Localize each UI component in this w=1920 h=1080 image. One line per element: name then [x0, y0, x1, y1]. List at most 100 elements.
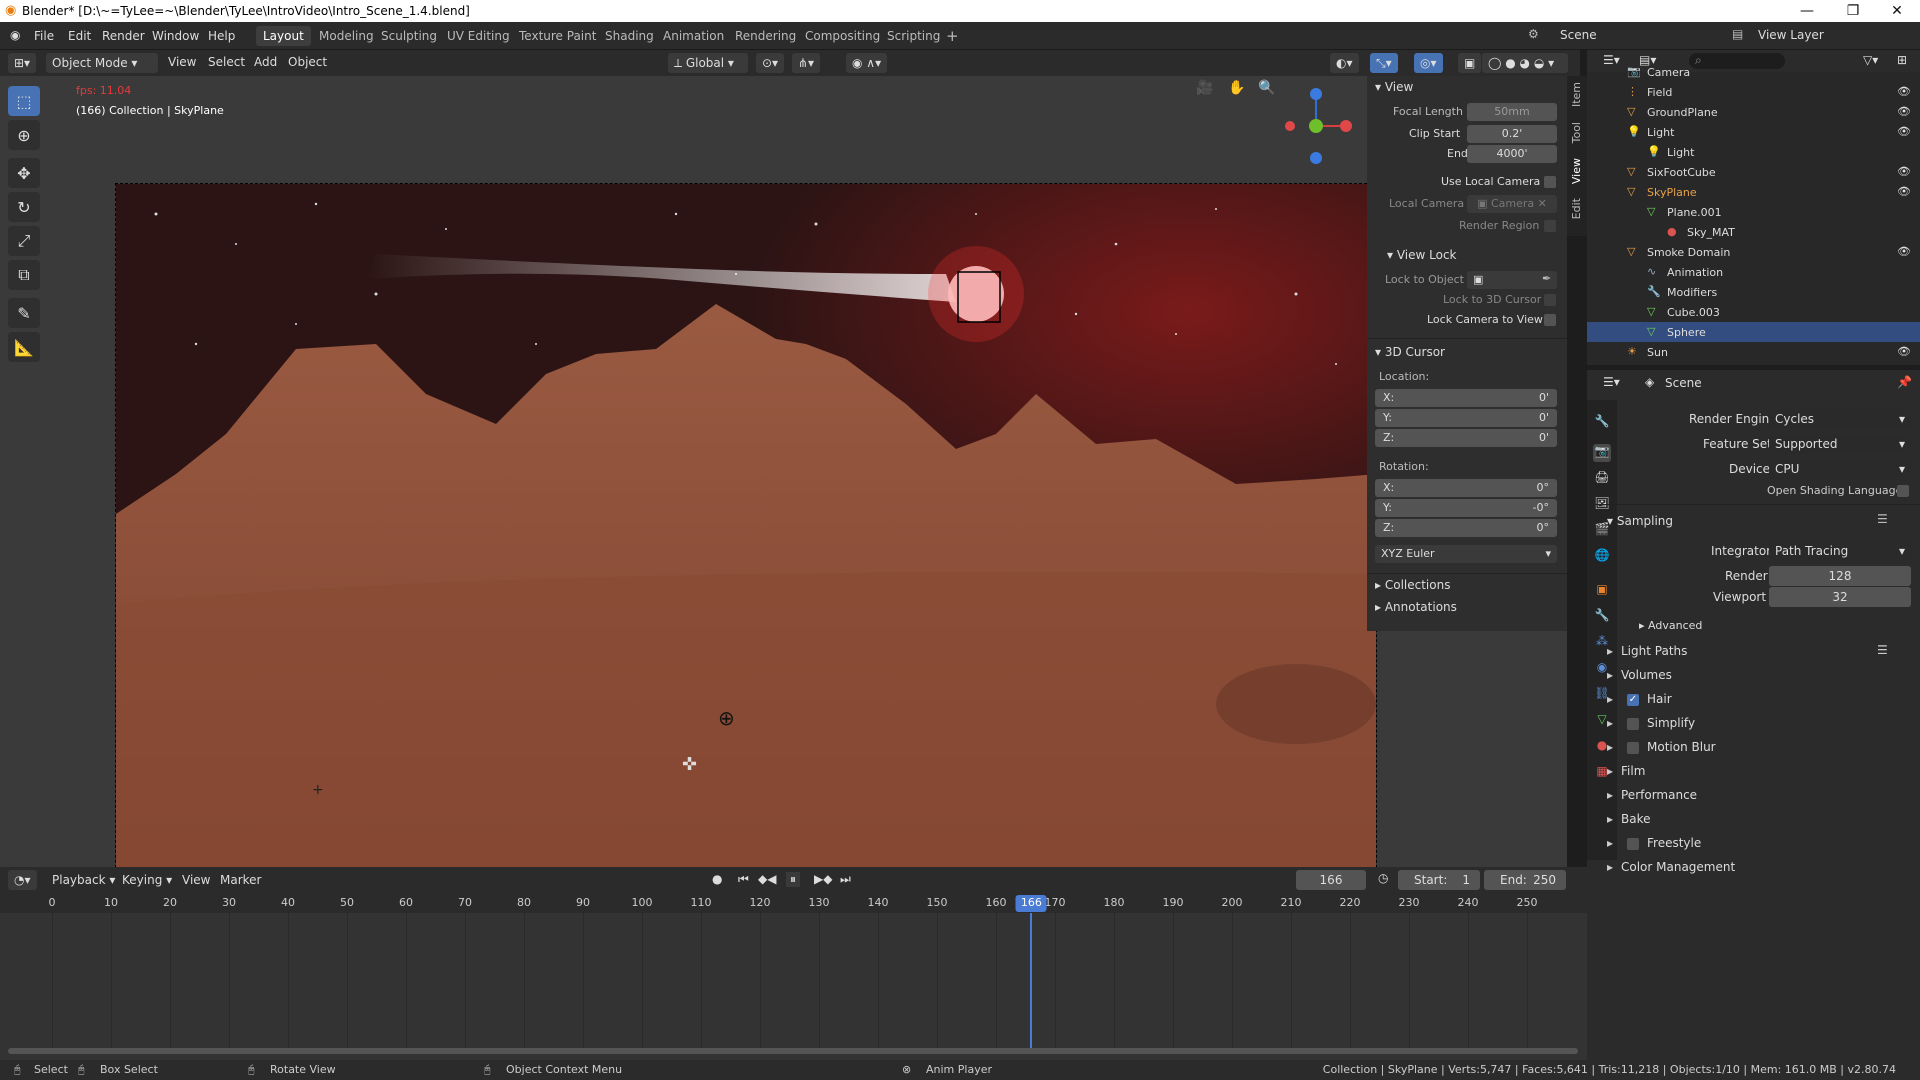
timeline-menu-playback[interactable]: Playback ▾	[52, 873, 115, 887]
menu-help[interactable]: Help	[208, 29, 235, 43]
timeline-menu-view[interactable]: View	[182, 873, 210, 887]
measure-tool-icon[interactable]: 📐	[8, 332, 40, 362]
shading-mode-icons[interactable]: ◯ ● ◕ ◒ ▾	[1482, 53, 1568, 73]
sampling-presets-icon[interactable]: ☰	[1877, 512, 1888, 526]
render-engine-dropdown[interactable]: Cycles ▾	[1769, 409, 1911, 429]
tab-shading[interactable]: Shading	[598, 26, 661, 46]
zoom-icon[interactable]: 🔍	[1258, 80, 1275, 96]
select-box-tool-icon[interactable]: ⬚	[8, 86, 40, 116]
device-dropdown[interactable]: CPU ▾	[1769, 459, 1911, 479]
3d-cursor-icon[interactable]: ⊕	[718, 706, 735, 730]
outliner-row[interactable]: ∿ Animation	[1587, 262, 1920, 282]
tab-scripting[interactable]: Scripting	[880, 26, 947, 46]
scene-selector[interactable]: Scene	[1560, 28, 1597, 42]
osl-checkbox[interactable]	[1897, 485, 1909, 497]
outliner-row[interactable]: ▽ GroundPlane 👁	[1587, 102, 1920, 122]
property-section-header[interactable]: ▸ Simplify	[1607, 714, 1910, 734]
property-section-header[interactable]: ▸ Volumes	[1607, 666, 1910, 686]
cursor-location-y[interactable]: Y: 0'	[1367, 409, 1567, 429]
object-mode-dropdown[interactable]: Object Mode ▾	[46, 53, 158, 73]
property-section-header[interactable]: ▸ Color Management	[1607, 858, 1910, 878]
local-camera-field[interactable]: ▣ Camera ✕	[1467, 195, 1557, 213]
menu-file[interactable]: File	[34, 29, 54, 43]
close-button[interactable]: ✕	[1874, 0, 1920, 22]
tab-compositing[interactable]: Compositing	[798, 26, 887, 46]
blender-menu-icon[interactable]: ◉	[10, 28, 20, 42]
next-keyframe-icon[interactable]: ▶◆	[814, 872, 832, 886]
gizmo-icon[interactable]: ⤡▾	[1370, 53, 1398, 73]
property-section-header[interactable]: ▸ ✓ Hair	[1607, 690, 1910, 710]
outliner-row[interactable]: ▽ Sphere	[1587, 322, 1920, 342]
cancel-icon[interactable]: ⊗	[902, 1063, 911, 1076]
object-properties-icon[interactable]: ▣	[1593, 582, 1611, 600]
outliner-row[interactable]: ▽ SixFootCube 👁	[1587, 162, 1920, 182]
visibility-eye-icon[interactable]: 👁	[1897, 245, 1911, 258]
menu-render[interactable]: Render	[102, 29, 145, 43]
xray-icon[interactable]: ▣	[1458, 53, 1482, 73]
view-panel-header[interactable]: ▾ View	[1367, 76, 1567, 98]
rotation-mode-dropdown[interactable]: XYZ Euler ▾	[1367, 545, 1567, 565]
cursor-location-x[interactable]: X: 0'	[1367, 389, 1567, 409]
advanced-subpanel[interactable]: ▸ Advanced	[1639, 619, 1702, 632]
playhead-frame[interactable]: 166	[1015, 895, 1047, 912]
3d-cursor-header[interactable]: ▾ 3D Cursor	[1367, 341, 1567, 363]
menu-window[interactable]: Window	[152, 29, 199, 43]
property-section-header[interactable]: ▸ Light Paths ☰	[1607, 642, 1910, 662]
use-local-camera-checkbox[interactable]	[1544, 176, 1556, 188]
preview-range-icon[interactable]: ◷	[1378, 871, 1388, 885]
lock-camera-to-view-checkbox[interactable]	[1544, 314, 1556, 326]
menu-edit[interactable]: Edit	[68, 29, 91, 43]
timeline-menu-marker[interactable]: Marker	[220, 873, 261, 887]
modifier-properties-icon[interactable]: 🔧	[1593, 608, 1611, 626]
navigation-gizmo[interactable]	[1276, 76, 1356, 166]
start-frame-field[interactable]: Start: 1	[1398, 870, 1480, 890]
status-anim-player[interactable]: Anim Player	[926, 1063, 992, 1076]
move-tool-icon[interactable]: ✥	[8, 158, 40, 188]
outliner-row[interactable]: ▽ SkyPlane 👁	[1587, 182, 1920, 202]
property-section-header[interactable]: ▸ Motion Blur	[1607, 738, 1910, 758]
pan-hand-icon[interactable]: ✋	[1228, 80, 1245, 96]
annotate-tool-icon[interactable]: ✎	[8, 298, 40, 328]
cursor-tool-icon[interactable]: ⊕	[8, 120, 40, 150]
property-section-header[interactable]: ▸ Performance	[1607, 786, 1910, 806]
tab-modeling[interactable]: Modeling	[312, 26, 381, 46]
output-properties-icon[interactable]: 🖨	[1593, 470, 1611, 488]
transform-orientation-dropdown[interactable]: ⟂ Global ▾	[668, 53, 748, 73]
property-section-header[interactable]: ▸ Film	[1607, 762, 1910, 782]
render-samples-field[interactable]: 128	[1769, 566, 1911, 586]
timeline-editor-type-icon[interactable]: ◔▾	[8, 870, 37, 890]
timeline-area[interactable]	[0, 893, 1587, 1060]
minimize-button[interactable]: —	[1784, 0, 1830, 22]
proportional-edit-icon[interactable]: ◉ ∧▾	[846, 53, 888, 73]
pivot-point-icon[interactable]: ⊙▾	[756, 53, 785, 73]
view-layer-selector[interactable]: View Layer	[1758, 28, 1824, 42]
viewport-samples-field[interactable]: 32	[1769, 587, 1911, 607]
viewport-menu-add[interactable]: Add	[254, 55, 277, 69]
camera-view-icon[interactable]: 🎥	[1196, 80, 1213, 96]
outliner-row[interactable]: 💡 Light	[1587, 142, 1920, 162]
visibility-eye-icon[interactable]: 👁	[1897, 165, 1911, 178]
timeline-scrollbar[interactable]	[8, 1048, 1578, 1054]
sidebar-tab-item[interactable]: Item	[1570, 82, 1583, 107]
annotations-panel-header[interactable]: ▸ Annotations	[1367, 596, 1567, 618]
scale-tool-icon[interactable]: ⤢	[8, 226, 40, 256]
end-frame-field[interactable]: End: 250	[1484, 870, 1566, 890]
3d-viewport[interactable]: fps: 11.04 (166) Collection | SkyPlane 🎥…	[0, 76, 1567, 867]
section-enable-checkbox[interactable]	[1627, 742, 1639, 754]
world-properties-icon[interactable]: 🌐	[1593, 548, 1611, 566]
outliner-row[interactable]: 📷 Camera	[1587, 62, 1920, 82]
outliner-row[interactable]: ▽ Cube.003	[1587, 302, 1920, 322]
viewport-menu-view[interactable]: View	[168, 55, 196, 69]
view-lock-header[interactable]: ▾ View Lock	[1367, 244, 1567, 266]
pause-icon[interactable]: ⏸	[786, 872, 801, 887]
cursor-rotation-z[interactable]: Z: 0°	[1367, 519, 1567, 539]
current-frame-field[interactable]: 166	[1296, 870, 1366, 890]
presets-icon[interactable]: ☰	[1877, 643, 1888, 657]
collections-panel-header[interactable]: ▸ Collections	[1367, 574, 1567, 596]
sampling-header[interactable]: ▾ Sampling	[1607, 514, 1673, 528]
clip-end-field[interactable]: 4000'	[1467, 145, 1557, 163]
jump-start-icon[interactable]: ⏮	[738, 872, 749, 887]
clip-start-field[interactable]: 0.2'	[1467, 125, 1557, 143]
outliner-row[interactable]: ⋮ Field 👁	[1587, 82, 1920, 102]
jump-end-icon[interactable]: ⏭	[840, 872, 851, 887]
